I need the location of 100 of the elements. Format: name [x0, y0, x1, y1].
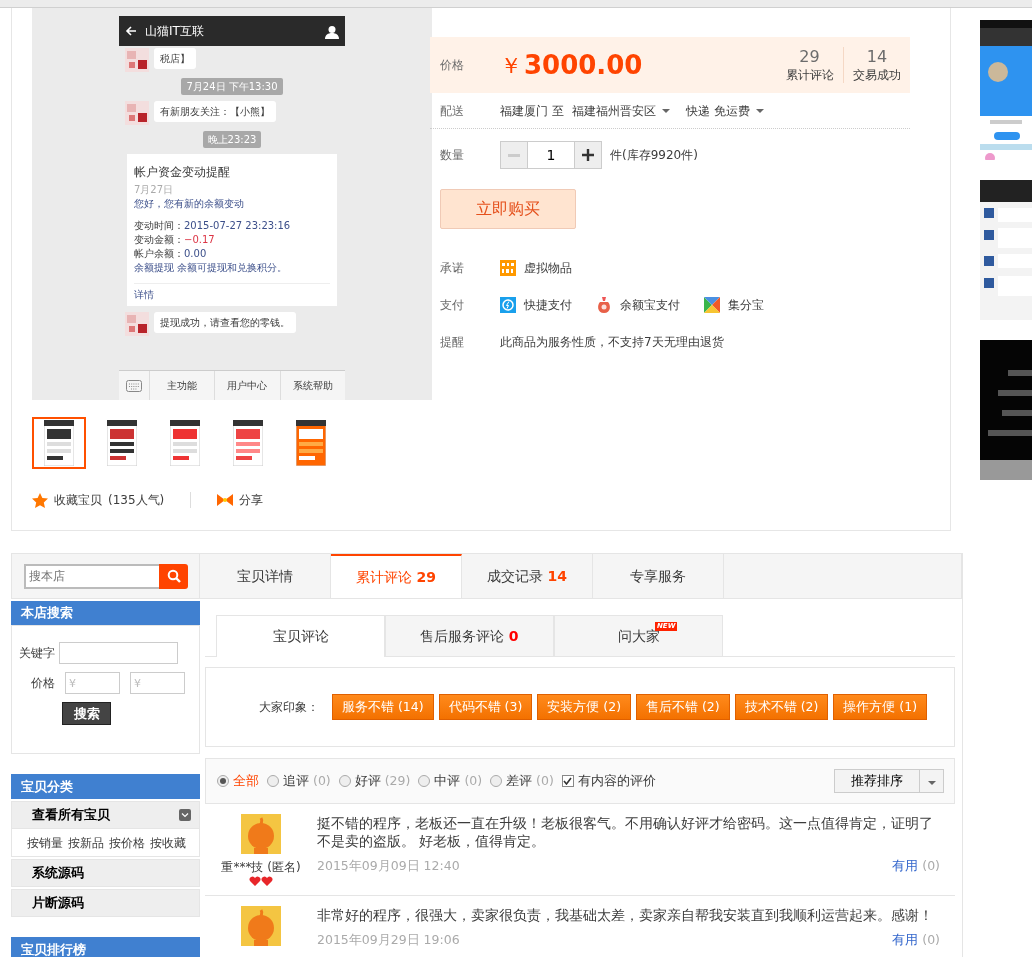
timestamp: 晚上23:23 [202, 131, 262, 148]
field-label: 帐户余额： [134, 246, 184, 261]
star-icon[interactable] [32, 492, 48, 508]
review-date: 2015年09月09日 12:40 [317, 858, 460, 876]
search-button[interactable]: 搜索 [62, 702, 111, 725]
category-item[interactable]: 片断源码 [11, 889, 200, 917]
share-icon[interactable] [217, 494, 234, 506]
details-link[interactable]: 详情 [134, 287, 330, 302]
useful-count: (0) [922, 932, 940, 948]
filter-option[interactable]: 好评 (29) [338, 771, 411, 791]
payment-option[interactable]: 余额宝支付 [620, 295, 680, 314]
notice-text: 此商品为服务性质，不支持7天无理由退货 [500, 333, 724, 351]
toggle-icon[interactable] [179, 809, 191, 821]
chat-message: 提现成功，请查看您的零钱。 [154, 311, 296, 333]
tab[interactable]: 宝贝评论 [216, 615, 385, 657]
destination-dropdown[interactable]: 福建福州晋安区 [571, 101, 670, 120]
filter-option[interactable]: 中评 (0) [418, 771, 483, 791]
useful-count: (0) [922, 858, 940, 874]
user-icon[interactable] [325, 24, 339, 39]
collect-link[interactable]: 收藏宝贝 [54, 491, 102, 509]
price-max-field[interactable]: ¥ [130, 672, 185, 694]
filter-option[interactable]: 有内容的评价 [561, 771, 656, 791]
minus-icon [508, 153, 520, 157]
field-label: 价格 [31, 675, 55, 692]
money-bag-icon [596, 296, 612, 313]
plus-icon [582, 149, 594, 161]
review-text: 非常好的程序，很强大，卖家很负责，我基础太差，卖家亲自帮我安装直到我顺利运营起来。感谢！ [317, 906, 934, 925]
field-label: 数量 [440, 147, 465, 164]
radio-button[interactable] [338, 775, 351, 787]
panel-header: 本店搜索 [11, 601, 200, 625]
review-text: 挺不错的程序，老板还一直在升级！老板很客气。不用确认好评才给密码。这一点值得肯定，证明了不是卖的盗版。 好老板，值得肯定。 [317, 814, 934, 851]
stat-label: 累计评论 [784, 67, 835, 84]
sort-link[interactable]: 按价格 [109, 833, 145, 852]
timestamp: 7月24日 下午13:30 [181, 78, 283, 95]
field-label: 承诺 [440, 259, 465, 277]
price: 3000.00 [524, 48, 643, 82]
category-item[interactable]: 查看所有宝贝 [11, 801, 200, 829]
payment-option[interactable]: 快捷支付 [524, 295, 572, 314]
search-button[interactable] [159, 563, 188, 589]
tab[interactable]: 成交记录 14 [462, 554, 593, 598]
stock-text: 件(库存9920件) [610, 147, 698, 164]
radio-button[interactable] [490, 775, 503, 787]
tab[interactable]: 专享服务 [593, 554, 724, 598]
stat-value: 29 [798, 46, 821, 68]
quantity-stepper[interactable]: 1 [500, 141, 602, 169]
price-min-field[interactable]: ¥ [65, 672, 120, 694]
sort-link[interactable]: 按收藏 [150, 833, 186, 852]
card-note: 余额提现 余额可提现和兑换积分。 [134, 260, 289, 275]
avatar [241, 906, 281, 946]
panel-header: 宝贝排行榜 [11, 937, 200, 957]
radio-button[interactable] [267, 775, 279, 787]
quantity-field[interactable]: 1 [527, 142, 575, 168]
category-item[interactable]: 系统源码 [11, 859, 200, 887]
stat-value: 14 [865, 46, 889, 68]
field-label: 关键字 [19, 645, 55, 662]
card-date: 7月27日 [134, 182, 175, 197]
menu-tab[interactable]: 系统帮助 [279, 371, 345, 400]
back-icon[interactable] [125, 25, 137, 37]
menu-tab[interactable]: 用户中心 [214, 371, 280, 400]
payment-option[interactable]: 集分宝 [728, 295, 764, 314]
colorful-square-icon [704, 296, 720, 313]
popularity-count: (135人气) [108, 492, 165, 509]
thumbnail[interactable] [32, 417, 86, 469]
keyboard-icon[interactable] [126, 379, 142, 392]
field-label: 变动时间： [134, 218, 184, 233]
tab[interactable]: 累计评论 29 [331, 554, 462, 598]
user-name: 重***技 (匿名) [221, 859, 301, 876]
filter-option[interactable]: 追评 (0) [267, 771, 331, 791]
filter-option[interactable]: 差评 (0) [490, 771, 554, 791]
field-label: 配送 [440, 102, 465, 120]
binary-code-icon [500, 259, 516, 276]
keyword-field[interactable] [59, 642, 178, 664]
review-date: 2015年09月29日 19:06 [317, 932, 460, 950]
useful-link[interactable]: 有用 [892, 858, 919, 874]
impressions-label: 大家印象： [259, 699, 319, 716]
search-icon [166, 569, 181, 583]
field-value: 2015-07-27 23:23:16 [184, 218, 291, 233]
sort-link[interactable]: 按销量 [27, 833, 63, 852]
field-value: 0.00 [184, 246, 207, 261]
sort-link[interactable]: 按新品 [68, 833, 104, 852]
avatar [241, 814, 281, 854]
card-greeting: 您好，您有新的余额变动 [134, 196, 245, 211]
share-link[interactable]: 分享 [239, 491, 264, 509]
shipping-dropdown[interactable]: 快递 免运费 [685, 101, 764, 120]
radio-button[interactable] [418, 775, 431, 787]
panel-header: 宝贝分类 [11, 774, 200, 799]
useful-link[interactable]: 有用 [892, 932, 919, 948]
field-label: 支付 [440, 296, 465, 314]
menu-tab[interactable]: 主功能 [149, 371, 215, 400]
lightning-icon [500, 296, 516, 313]
checkbox[interactable] [561, 775, 574, 787]
search-field[interactable]: 搜本店 [24, 563, 159, 589]
chat-message: 有新朋友关注：【小熊】 [154, 101, 276, 122]
tab[interactable]: 售后服务评论 0 [385, 615, 554, 656]
check-icon [563, 777, 573, 785]
radio-button[interactable] [217, 775, 229, 787]
promise-text: 虚拟物品 [524, 259, 572, 277]
currency-sign: ￥ [500, 51, 522, 80]
field-label: 价格 [440, 57, 465, 74]
increase-button[interactable] [575, 142, 601, 168]
